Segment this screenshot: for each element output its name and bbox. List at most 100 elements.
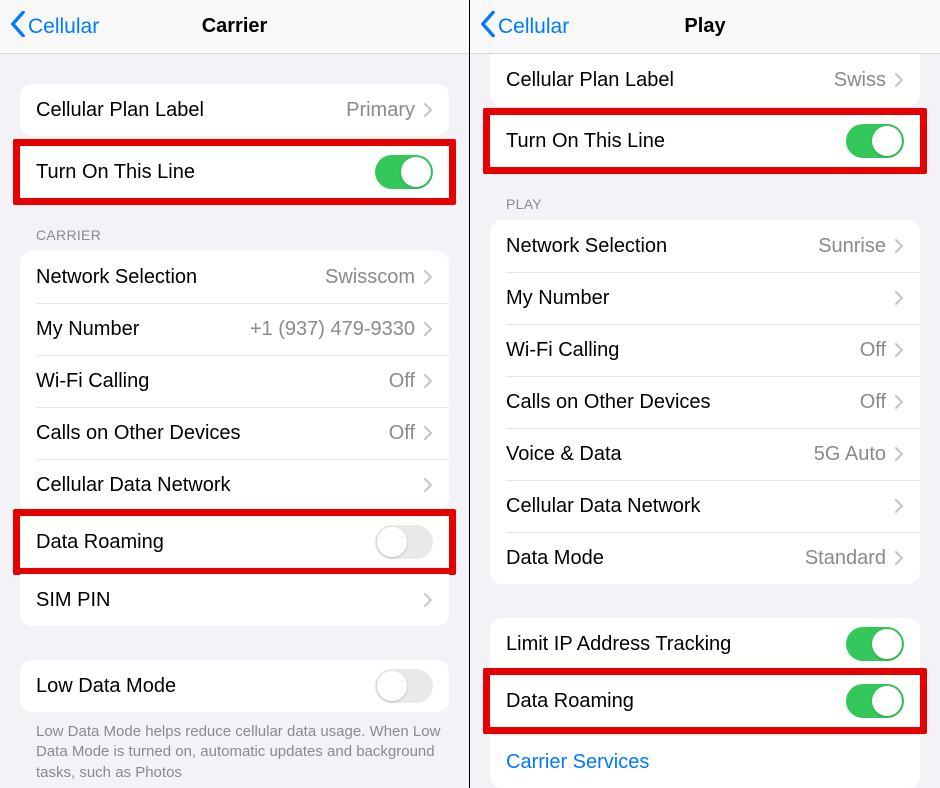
calls-other-devices-row[interactable]: Calls on Other Devices Off	[20, 407, 449, 459]
turn-on-line-toggle[interactable]	[375, 155, 433, 189]
page-title: Carrier	[202, 15, 268, 38]
data-roaming-row[interactable]: Data Roaming	[490, 675, 920, 727]
row-value: Off	[389, 370, 415, 393]
row-value: Sunrise	[818, 235, 886, 258]
row-label: Calls on Other Devices	[36, 422, 389, 445]
row-value: +1 (937) 479-9330	[250, 318, 415, 341]
back-label: Cellular	[28, 15, 99, 39]
row-label: Limit IP Address Tracking	[506, 633, 846, 656]
navbar: Cellular Play	[470, 0, 940, 54]
sim-pin-row[interactable]: SIM PIN	[20, 574, 449, 626]
carrier-services-group: Carrier Services	[490, 736, 920, 788]
limit-ip-tracking-row[interactable]: Limit IP Address Tracking	[490, 618, 920, 670]
row-value: Off	[860, 339, 886, 362]
plan-group: Cellular Plan Label Swiss	[490, 54, 920, 106]
cellular-plan-label-row[interactable]: Cellular Plan Label Primary	[20, 84, 449, 136]
limit-ip-tracking-toggle[interactable]	[846, 627, 904, 661]
low-data-group: Low Data Mode	[20, 660, 449, 712]
row-label: Wi-Fi Calling	[36, 370, 389, 393]
row-label: Network Selection	[506, 235, 818, 258]
row-label: Wi-Fi Calling	[506, 339, 860, 362]
cellular-plan-label-row[interactable]: Cellular Plan Label Swiss	[490, 54, 920, 106]
low-data-mode-row[interactable]: Low Data Mode	[20, 660, 449, 712]
back-button[interactable]: Cellular	[470, 11, 569, 43]
row-label: My Number	[36, 318, 250, 341]
turn-on-line-row[interactable]: Turn On This Line	[20, 146, 449, 198]
chevron-right-icon	[423, 425, 433, 441]
carrier-group: Network Selection Swisscom My Number +1 …	[20, 251, 449, 511]
row-label: Data Roaming	[36, 531, 375, 554]
sim-pin-group: SIM PIN	[20, 574, 449, 626]
turn-on-line-group: Turn On This Line	[20, 146, 449, 198]
wifi-calling-row[interactable]: Wi-Fi Calling Off	[20, 355, 449, 407]
chevron-right-icon	[894, 342, 904, 358]
turn-on-line-row[interactable]: Turn On This Line	[490, 115, 920, 167]
chevron-right-icon	[423, 592, 433, 608]
data-roaming-toggle[interactable]	[375, 525, 433, 559]
chevron-right-icon	[423, 269, 433, 285]
row-label: Voice & Data	[506, 443, 814, 466]
row-label: Data Mode	[506, 547, 805, 570]
chevron-right-icon	[894, 238, 904, 254]
row-label: Carrier Services	[506, 751, 904, 774]
low-data-footer: Low Data Mode helps reduce cellular data…	[0, 712, 469, 783]
right-settings-pane: Cellular Play Cellular Plan Label Swiss …	[470, 0, 940, 788]
chevron-left-icon	[10, 11, 26, 43]
row-label: Turn On This Line	[506, 130, 846, 153]
row-label: Cellular Data Network	[36, 474, 423, 497]
carrier-services-row[interactable]: Carrier Services	[490, 736, 920, 788]
row-label: Low Data Mode	[36, 675, 375, 698]
row-value: 5G Auto	[814, 443, 886, 466]
voice-data-row[interactable]: Voice & Data 5G Auto	[490, 428, 920, 480]
turn-on-line-toggle[interactable]	[846, 124, 904, 158]
data-roaming-group: Data Roaming	[490, 675, 920, 727]
row-label: Cellular Plan Label	[506, 69, 834, 92]
row-label: Network Selection	[36, 266, 325, 289]
turn-on-line-group: Turn On This Line	[490, 115, 920, 167]
network-selection-row[interactable]: Network Selection Sunrise	[490, 220, 920, 272]
back-button[interactable]: Cellular	[0, 11, 99, 43]
left-settings-pane: Cellular Carrier Cellular Plan Label Pri…	[0, 0, 470, 788]
row-value: Swiss	[834, 69, 886, 92]
cellular-data-network-row[interactable]: Cellular Data Network	[20, 459, 449, 511]
chevron-right-icon	[894, 446, 904, 462]
row-label: Cellular Plan Label	[36, 99, 346, 122]
row-value: Off	[860, 391, 886, 414]
chevron-right-icon	[423, 477, 433, 493]
chevron-right-icon	[894, 290, 904, 306]
calls-other-devices-row[interactable]: Calls on Other Devices Off	[490, 376, 920, 428]
data-roaming-toggle[interactable]	[846, 684, 904, 718]
navbar: Cellular Carrier	[0, 0, 469, 54]
low-data-mode-toggle[interactable]	[375, 669, 433, 703]
my-number-row[interactable]: My Number	[490, 272, 920, 324]
chevron-right-icon	[423, 102, 433, 118]
row-label: SIM PIN	[36, 589, 423, 612]
chevron-right-icon	[894, 72, 904, 88]
row-value: Standard	[805, 547, 886, 570]
my-number-row[interactable]: My Number +1 (937) 479-9330	[20, 303, 449, 355]
chevron-right-icon	[894, 394, 904, 410]
network-selection-row[interactable]: Network Selection Swisscom	[20, 251, 449, 303]
wifi-calling-row[interactable]: Wi-Fi Calling Off	[490, 324, 920, 376]
cellular-data-network-row[interactable]: Cellular Data Network	[490, 480, 920, 532]
row-label: Calls on Other Devices	[506, 391, 860, 414]
row-value: Off	[389, 422, 415, 445]
row-label: My Number	[506, 287, 894, 310]
row-label: Turn On This Line	[36, 161, 375, 184]
chevron-right-icon	[423, 373, 433, 389]
chevron-right-icon	[423, 321, 433, 337]
row-value: Swisscom	[325, 266, 415, 289]
ip-tracking-group: Limit IP Address Tracking	[490, 618, 920, 670]
data-roaming-group: Data Roaming	[20, 516, 449, 568]
row-value: Primary	[346, 99, 415, 122]
carrier-group-header: CARRIER	[0, 205, 469, 251]
chevron-right-icon	[894, 498, 904, 514]
play-group-header: PLAY	[470, 174, 940, 220]
row-label: Cellular Data Network	[506, 495, 894, 518]
play-group: Network Selection Sunrise My Number Wi-F…	[490, 220, 920, 584]
data-roaming-row[interactable]: Data Roaming	[20, 516, 449, 568]
chevron-right-icon	[894, 550, 904, 566]
data-mode-row[interactable]: Data Mode Standard	[490, 532, 920, 584]
plan-group: Cellular Plan Label Primary	[20, 84, 449, 136]
back-label: Cellular	[498, 15, 569, 39]
